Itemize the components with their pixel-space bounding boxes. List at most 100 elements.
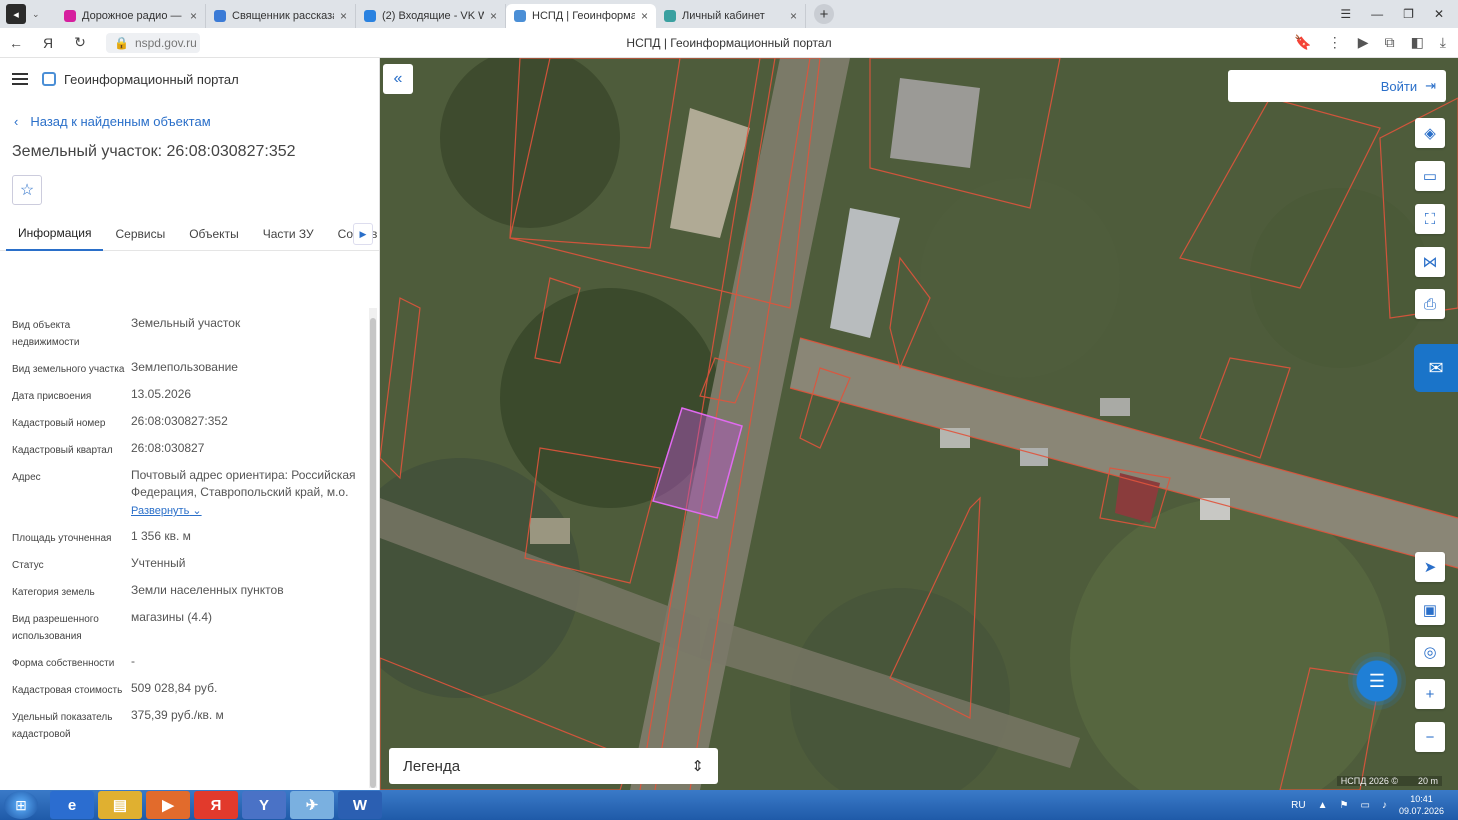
property-row: Удельный показатель кадастровой 375,39 ру… <box>12 707 368 743</box>
chevron-down-icon[interactable]: ⌄ <box>32 9 40 20</box>
browser-tab[interactable]: Личный кабинет × <box>656 4 806 28</box>
bookmark-icon[interactable]: 🔖 <box>1294 34 1311 51</box>
back-label: Назад к найденным объектам <box>30 114 211 129</box>
zoom-out-button[interactable]: − <box>1415 722 1445 752</box>
tabs-scroll-right-button[interactable]: ▶ <box>353 223 373 245</box>
tab-services[interactable]: Сервисы <box>103 217 177 251</box>
video-icon[interactable]: ▶ <box>1358 34 1369 51</box>
location-search-icon: ◎ <box>1423 644 1437 661</box>
browser-menu[interactable]: ◂ ⌄ <box>0 0 56 28</box>
back-arrow-icon[interactable]: ← <box>0 35 32 51</box>
expand-address-link[interactable]: Развернуть ⌄ <box>131 503 202 520</box>
zoom-in-button[interactable]: + <box>1415 679 1445 709</box>
property-key: Кадастровый квартал <box>12 445 113 456</box>
sound-icon[interactable]: ◂ <box>6 4 26 24</box>
share-button[interactable]: ⋈ <box>1415 247 1445 277</box>
property-value-text: - <box>131 654 135 668</box>
tab-objects[interactable]: Объекты <box>177 217 251 251</box>
new-tab-button[interactable]: + <box>814 4 834 24</box>
browser-tab[interactable]: (2) Входящие - VK WorkM × <box>356 4 506 28</box>
reload-icon[interactable]: ↻ <box>64 34 96 51</box>
url-text: nspd.gov.ru <box>134 35 197 50</box>
minimize-button[interactable]: — <box>1371 7 1383 21</box>
map-view[interactable]: « Войти ⇥ ◈ ▭ ⛶ ⋈ ⎙ ✉ ➤ ▣ ◎ + − ☰ Легенд… <box>380 58 1458 790</box>
flag-icon[interactable]: ⚑ <box>1340 800 1349 811</box>
portal-logo-icon <box>42 72 56 86</box>
url-field[interactable]: 🔒 nspd.gov.ru <box>106 32 200 53</box>
tab-close-icon[interactable]: × <box>190 9 197 23</box>
menu-icon[interactable]: ☰ <box>1340 7 1351 21</box>
favorite-button[interactable]: ☆ <box>12 175 42 205</box>
browser-tab[interactable]: Священник рассказал, ч × <box>206 4 356 28</box>
collections-icon[interactable]: ⧉ <box>1385 34 1395 51</box>
tab-close-icon[interactable]: × <box>490 9 497 23</box>
clock-time: 10:41 <box>1410 794 1433 804</box>
scrollbar-thumb[interactable] <box>370 318 376 788</box>
explorer-icon[interactable]: ▤ <box>98 791 142 819</box>
language-indicator[interactable]: RU <box>1291 800 1305 811</box>
property-value: Земельный участок <box>131 315 368 351</box>
clock-date: 09.07.2026 <box>1398 806 1444 816</box>
property-value: 26:08:030827:352 <box>131 413 368 432</box>
download-icon[interactable]: ⤓ <box>1440 34 1446 51</box>
app-title: Геоинформационный портал <box>64 71 239 87</box>
panel-scrollbar[interactable] <box>369 308 377 788</box>
back-to-results-link[interactable]: ‹ Назад к найденным объектам <box>14 114 379 129</box>
start-button[interactable]: ⊞ <box>4 791 38 819</box>
double-chevron-left-icon: « <box>393 70 403 87</box>
info-tabs: Информация Сервисы Объекты Части ЗУ Сост… <box>0 217 379 251</box>
mail-icon[interactable]: ✈ <box>290 791 334 819</box>
close-window-button[interactable]: ✕ <box>1434 7 1444 21</box>
chat-button[interactable]: ☰ <box>1348 652 1406 710</box>
search-location-button[interactable]: ◎ <box>1415 637 1445 667</box>
network-icon[interactable]: ▭ <box>1361 800 1370 811</box>
legend-button[interactable]: Легенда ⇕ <box>389 748 718 784</box>
browser-tab[interactable]: Дорожное радио — × <box>56 4 206 28</box>
property-value: Учтенный <box>131 555 368 574</box>
media-player-icon[interactable]: ▶ <box>146 791 190 819</box>
restore-button[interactable]: ❐ <box>1403 7 1414 21</box>
collapse-panel-button[interactable]: « <box>383 64 413 94</box>
property-value: Землепользование <box>131 359 368 378</box>
tab-close-icon[interactable]: × <box>790 9 797 23</box>
share-icon: ⋈ <box>1422 254 1438 271</box>
plus-icon: + <box>1425 685 1435 703</box>
locate-button[interactable]: ➤ <box>1415 552 1445 582</box>
windows-taskbar: ⊞ e ▤ ▶ Я Y ✈ W RU ▲ ⚑ ▭ ♪ 10:41 09.07.2… <box>0 790 1458 820</box>
chat-icon: ☰ <box>1368 670 1386 691</box>
property-row: Кадастровый номер 26:08:030827:352 <box>12 413 368 432</box>
select-area-button[interactable]: ⛶ <box>1415 204 1445 234</box>
ie-icon[interactable]: e <box>50 791 94 819</box>
tab-parts[interactable]: Части ЗУ <box>251 217 326 251</box>
minimap-button[interactable]: ▣ <box>1415 595 1445 625</box>
yandex-taskbar-icon[interactable]: Я <box>194 791 238 819</box>
yandex-browser-icon[interactable]: Y <box>242 791 286 819</box>
word-icon[interactable]: W <box>338 791 382 819</box>
more-icon[interactable]: ⋮ <box>1328 34 1342 51</box>
tab-close-icon[interactable]: × <box>641 9 648 23</box>
login-button[interactable]: Войти ⇥ <box>1228 70 1446 102</box>
property-key: Дата присвоения <box>12 391 92 402</box>
property-value-text: Земли населенных пунктов <box>131 583 284 597</box>
tab-close-icon[interactable]: × <box>340 9 347 23</box>
property-row: Кадастровая стоимость 509 028,84 руб. <box>12 680 368 699</box>
browser-tab[interactable]: НСПД | Геоинформаци × <box>506 4 656 28</box>
clock[interactable]: 10:41 09.07.2026 <box>1399 793 1444 817</box>
tray-arrow-icon[interactable]: ▲ <box>1318 800 1328 811</box>
property-value: Почтовый адрес ориентира: Российская Фед… <box>131 467 368 520</box>
measure-button[interactable]: ▭ <box>1415 161 1445 191</box>
property-key: Удельный показатель кадастровой <box>12 712 113 740</box>
burger-menu-icon[interactable] <box>12 73 28 85</box>
extension-icon[interactable]: ◧ <box>1411 34 1424 51</box>
volume-icon[interactable]: ♪ <box>1382 800 1387 811</box>
print-button[interactable]: ⎙ <box>1415 289 1445 319</box>
property-value-text: 1 356 кв. м <box>131 529 191 543</box>
property-key: Адрес <box>12 472 41 483</box>
property-value: магазины (4.4) <box>131 609 368 645</box>
tab-info[interactable]: Информация <box>6 217 104 251</box>
yandex-icon[interactable]: Я <box>32 35 64 51</box>
star-icon: ☆ <box>19 182 35 199</box>
property-key: Кадастровая стоимость <box>12 685 123 696</box>
layers-button[interactable]: ◈ <box>1415 118 1445 148</box>
assistant-button[interactable]: ✉ <box>1414 344 1458 392</box>
